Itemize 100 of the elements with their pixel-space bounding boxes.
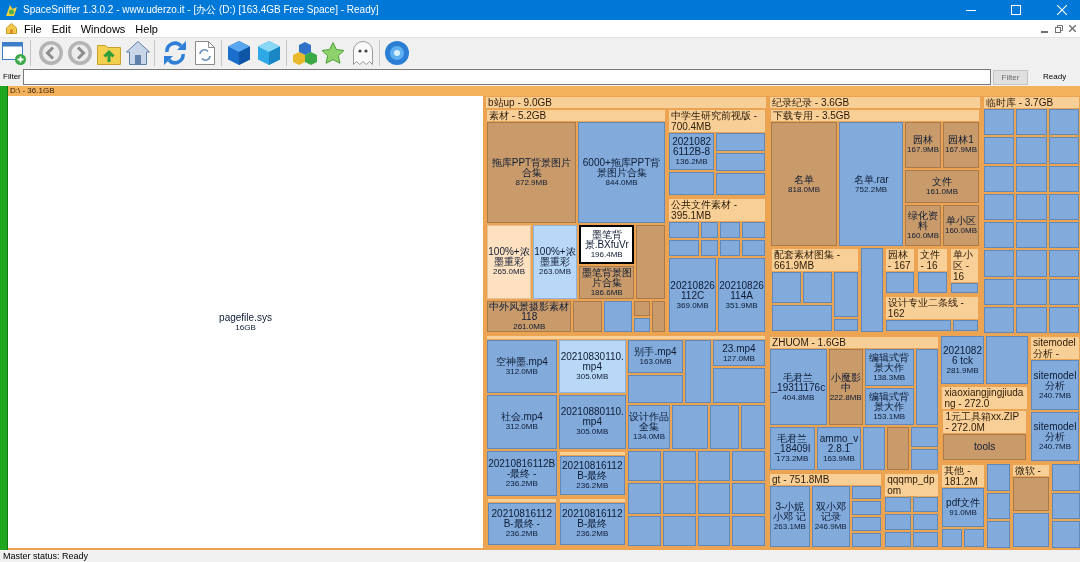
file-tile[interactable]: [716, 173, 766, 196]
refresh-icon[interactable]: [163, 41, 187, 65]
file-tile[interactable]: [732, 515, 766, 546]
file-tile[interactable]: [1052, 521, 1080, 548]
file-tile[interactable]: [1016, 307, 1047, 334]
folder-tile[interactable]: tools: [943, 434, 1026, 461]
cubes-icon[interactable]: [293, 41, 317, 65]
file-tile[interactable]: [772, 305, 833, 332]
menu-item[interactable]: File: [19, 21, 47, 36]
back-icon[interactable]: [39, 41, 63, 65]
file-tile[interactable]: 3-小妮小邓 记 263.1MB: [770, 485, 810, 547]
folder-header[interactable]: 素材 - 5.2GB: [487, 110, 666, 121]
file-tile[interactable]: [983, 222, 1015, 249]
file-tile[interactable]: [885, 496, 911, 513]
file-tile[interactable]: [742, 222, 766, 239]
file-tile[interactable]: [662, 515, 696, 546]
file-tile[interactable]: 20210816112B-最终 236.2MB: [559, 456, 625, 495]
file-tile[interactable]: [716, 133, 766, 151]
file-tile[interactable]: [918, 272, 948, 294]
file-tile[interactable]: [834, 272, 859, 317]
file-tile[interactable]: 6000+拖库PPT背景图片合集 844.0MB: [578, 122, 666, 223]
file-tile[interactable]: 毛君兰_18409l 173.2MB: [770, 426, 815, 470]
folder-header[interactable]: sitemodel分析 -: [1030, 337, 1080, 360]
folder-tile[interactable]: 文件 161.0MB: [905, 169, 979, 204]
file-tile[interactable]: sitemodel分析 240.7MB: [1030, 360, 1080, 410]
file-tile[interactable]: [1048, 307, 1079, 334]
folder-tile[interactable]: [651, 300, 666, 333]
file-tile[interactable]: [772, 272, 802, 304]
file-tile[interactable]: [697, 515, 731, 546]
file-tile[interactable]: 20210826112B-8 136.2MB: [669, 133, 715, 171]
file-tile[interactable]: [851, 533, 882, 548]
file-tile[interactable]: [697, 483, 731, 514]
file-tile[interactable]: [628, 451, 661, 482]
file-tile[interactable]: [716, 152, 766, 172]
file-tile[interactable]: 100%+浓墨重彩 263.0MB: [533, 224, 577, 299]
folder-tile[interactable]: [573, 300, 602, 333]
file-tile[interactable]: [885, 531, 911, 547]
star-icon[interactable]: [321, 41, 345, 65]
folder-header[interactable]: 设计专业二条线 - 162: [885, 297, 978, 320]
folder-header[interactable]: 中学生研究前视版 - 700.4MB: [669, 110, 766, 132]
file-tile[interactable]: 设计作品全集 134.0MB: [628, 404, 671, 450]
file-tile[interactable]: [986, 521, 1010, 548]
file-tile[interactable]: [732, 483, 766, 514]
house-icon[interactable]: [126, 41, 150, 65]
file-tile[interactable]: [1016, 137, 1047, 164]
file-tile[interactable]: [915, 349, 939, 425]
file-tile[interactable]: [983, 165, 1015, 192]
folder-header[interactable]: ZHUOM - 1.6GB: [770, 337, 939, 349]
folder-header[interactable]: qqqmp_dpom: [885, 473, 939, 496]
file-tile[interactable]: [911, 449, 939, 470]
close-icon[interactable]: [1069, 25, 1076, 32]
file-tile[interactable]: pdf文件 91.0MB: [942, 488, 984, 527]
cube-icon[interactable]: [258, 41, 280, 65]
folder-header[interactable]: 配套素材图集 - 661.9MB: [772, 249, 859, 272]
folder-header[interactable]: xiaoxiangjingjiudang - 272.0: [942, 387, 1027, 410]
folder-header[interactable]: [559, 498, 625, 502]
file-tile[interactable]: 编辑式背景大作 153.1MB: [864, 388, 914, 425]
file-tile[interactable]: [1048, 250, 1079, 277]
file-tile[interactable]: [701, 222, 718, 239]
file-tile[interactable]: [861, 248, 883, 333]
file-tile[interactable]: ammo_v2.8.1 163.9MB: [816, 426, 862, 470]
folder-tile[interactable]: 园林 167.9MB: [905, 122, 942, 168]
file-tile[interactable]: [719, 222, 741, 239]
folder-tile[interactable]: 拖库PPT背景图片合集 872.9MB: [487, 122, 576, 223]
file-tile[interactable]: [851, 517, 882, 532]
file-tile[interactable]: [1048, 109, 1079, 136]
folder-tile[interactable]: 小魔影中 222.8MB: [828, 349, 863, 425]
folder-header[interactable]: b站up - 9.0GB: [486, 97, 767, 108]
folder-tile[interactable]: [636, 224, 666, 299]
file-tile[interactable]: [885, 514, 911, 530]
folder-tile[interactable]: [887, 426, 910, 470]
file-tile[interactable]: [740, 404, 766, 450]
file-tile[interactable]: [985, 336, 1028, 385]
file-tile[interactable]: [669, 240, 700, 257]
file-tile[interactable]: 20210826114A 351.9MB: [718, 258, 766, 333]
folder-header[interactable]: 单小区 - 16: [951, 249, 978, 283]
file-tile[interactable]: [803, 272, 833, 304]
file-tile[interactable]: [1016, 250, 1047, 277]
folder-header[interactable]: [559, 452, 625, 456]
menu-item[interactable]: Windows: [75, 21, 131, 36]
file-tile[interactable]: [628, 515, 661, 546]
file-tile[interactable]: [742, 240, 766, 257]
folder-tile[interactable]: 中外风景摄影素材 118 261.0MB: [487, 300, 572, 333]
file-tile[interactable]: [1016, 222, 1047, 249]
folder-header[interactable]: [488, 498, 556, 502]
file-tile[interactable]: [911, 426, 939, 448]
file-tile[interactable]: 23.mp4 127.0MB: [712, 340, 766, 367]
folder-header[interactable]: 纪录纪录 - 3.6GB: [770, 97, 980, 108]
file-tile[interactable]: [719, 240, 741, 257]
file-tile[interactable]: [1016, 278, 1047, 306]
folder-header[interactable]: [487, 336, 766, 340]
minimize-icon[interactable]: [1041, 30, 1048, 33]
file-tile[interactable]: [983, 278, 1015, 306]
file-tile[interactable]: [951, 283, 978, 294]
file-tile[interactable]: [697, 451, 731, 482]
file-tile[interactable]: pagefile.sys 16GB: [8, 96, 483, 548]
folder-tile[interactable]: 绿化资料 160.0MB: [905, 205, 942, 247]
file-tile[interactable]: [863, 426, 886, 470]
folder-tile[interactable]: 100%+浓墨重彩 265.0MB: [487, 224, 531, 299]
file-tile[interactable]: [983, 193, 1015, 221]
